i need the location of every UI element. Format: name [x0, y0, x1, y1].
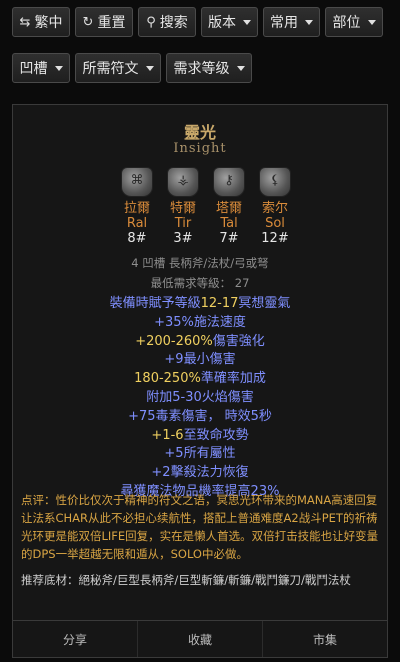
runeword-name: 靈光 [183, 123, 216, 142]
stat-line: +2擊殺法力恢復 [151, 465, 249, 481]
rune-name-cn: 索尔 [261, 201, 288, 216]
version-label: 版本 [208, 15, 236, 31]
required-runes-dropdown[interactable]: 所需符文 [75, 53, 161, 83]
sockets-label: 凹槽 [19, 61, 48, 77]
rune-number: 12# [261, 231, 289, 246]
common-label: 常用 [270, 15, 298, 31]
rune-stone-icon: ⚷ [213, 167, 245, 197]
rune-number: 3# [173, 231, 193, 246]
stat-line: +1-6至致命攻勢 [151, 427, 249, 443]
stat-line: 附加5-30火焰傷害 [146, 389, 254, 405]
stat-line: 裝備時賦予等級12-17冥想靈氣 [109, 296, 291, 311]
rune-name-en: Tir [174, 216, 192, 231]
rune-number: 7# [219, 231, 239, 246]
caret-down-icon [145, 65, 154, 71]
stat-line: 180-250%準確率加成 [134, 371, 266, 387]
stat-line: +9最小傷害 [164, 352, 236, 368]
recommended-bases: 推荐底材：絕秘斧/巨型長柄斧/巨型斬鐮/斬鐮/戰鬥鐮刀/戰鬥法杖 [21, 573, 351, 587]
stat-list: 裝備時賦予等級12-17冥想靈氣 +35%施法速度 +200-260%傷害強化 … [13, 295, 387, 502]
required-runes-label: 所需符文 [82, 61, 139, 77]
rune-name-en: Tal [220, 216, 238, 231]
card-footer: 分享 收藏 市集 [13, 620, 387, 657]
search-label: 搜索 [159, 15, 188, 31]
reset-button[interactable]: ↻ 重置 [75, 7, 133, 37]
rune-stone-icon: ⌘ [121, 167, 153, 197]
rune-name-en: Sol [265, 216, 285, 231]
runeword-card: 靈光 Insight ⌘ 拉爾 Ral 8# ⚶ 特爾 Tir 3# ⚷ 塔爾 … [12, 104, 388, 658]
caret-down-icon [243, 19, 251, 25]
search-button[interactable]: ⚲ 搜索 [138, 7, 196, 37]
rune-stone-icon: ⚶ [167, 167, 199, 197]
rune-stone-icon: ⚸ [259, 167, 291, 197]
slot-dropdown[interactable]: 部位 [325, 7, 383, 37]
required-level-dropdown[interactable]: 需求等级 [166, 53, 252, 83]
required-level-label: 需求等级 [173, 61, 230, 77]
sockets-dropdown[interactable]: 凹槽 [12, 53, 70, 83]
stat-line: +35%施法速度 [154, 314, 246, 330]
rune-number: 8# [127, 231, 147, 246]
rune-list: ⌘ 拉爾 Ral 8# ⚶ 特爾 Tir 3# ⚷ 塔爾 Tal 7# ⚸ 索尔… [115, 167, 295, 249]
slot-label: 部位 [332, 15, 361, 31]
socket-base-info: 4 凹槽 長柄斧/法杖/弓或弩 [131, 256, 269, 270]
share-button[interactable]: 分享 [13, 621, 137, 657]
swap-icon: ⇆ [19, 14, 31, 30]
favorite-button[interactable]: 收藏 [137, 621, 262, 657]
rune-name-en: Ral [126, 216, 148, 231]
stat-line: +200-260%傷害強化 [135, 333, 265, 349]
min-level-info: 最低需求等級： 27 [150, 276, 250, 290]
version-dropdown[interactable]: 版本 [201, 7, 258, 37]
stat-line: +5所有屬性 [164, 446, 236, 462]
language-toggle-button[interactable]: ⇆ 繁中 [12, 7, 70, 37]
runeword-english-name: Insight [173, 141, 227, 156]
rune-name-cn: 特爾 [169, 201, 196, 216]
rune-name-cn: 塔爾 [215, 201, 242, 216]
rune-item[interactable]: ⚶ 特爾 Tir 3# [161, 167, 205, 247]
caret-down-icon [236, 65, 245, 71]
search-icon: ⚲ [146, 14, 156, 30]
stat-line: +75毒素傷害， 時效5秒 [128, 408, 272, 424]
caret-down-icon [54, 65, 63, 71]
language-toggle-label: 繁中 [34, 15, 63, 31]
market-button[interactable]: 市集 [262, 621, 387, 657]
rune-item[interactable]: ⚸ 索尔 Sol 12# [253, 167, 297, 247]
rune-item[interactable]: ⌘ 拉爾 Ral 8# [115, 167, 159, 247]
reset-label: 重置 [97, 15, 126, 31]
common-dropdown[interactable]: 常用 [263, 7, 320, 37]
rune-item[interactable]: ⚷ 塔爾 Tal 7# [207, 167, 251, 247]
rune-name-cn: 拉爾 [123, 201, 150, 216]
caret-down-icon [367, 19, 376, 25]
review-comment: 点评：性价比仅次于精神的符文之语，冥思光环带来的MANA高速回复让法系CHAR从… [21, 493, 379, 561]
caret-down-icon [305, 19, 313, 25]
refresh-icon: ↻ [82, 14, 94, 30]
